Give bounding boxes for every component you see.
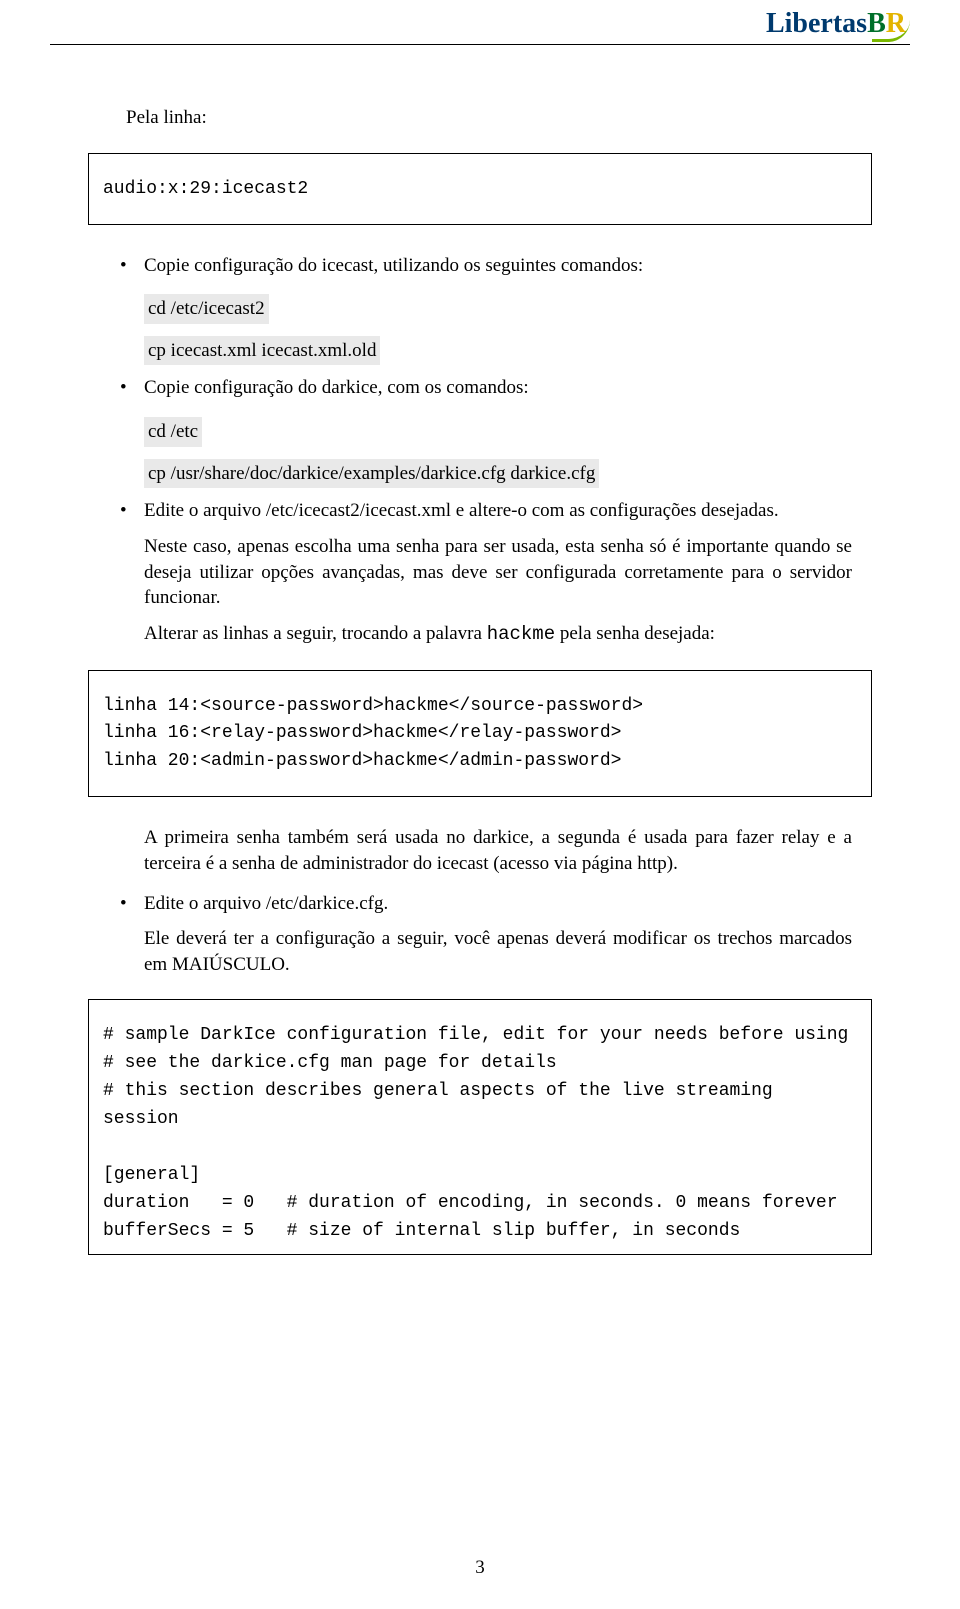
header-rule bbox=[50, 44, 910, 45]
item-text: Copie configuração do icecast, utilizand… bbox=[144, 255, 643, 276]
code-box-1: audio:x:29:icecast2 bbox=[88, 153, 872, 225]
intro-line: Pela linha: bbox=[108, 105, 852, 131]
continuation-block: A primeira senha também será usada no da… bbox=[144, 825, 852, 876]
item-paragraph: Alterar as linhas a seguir, trocando a p… bbox=[144, 621, 852, 648]
code-box-2: linha 14:<source-password>hackme</source… bbox=[88, 670, 872, 798]
item-commands: cd /etc/icecast2 cp icecast.xml icecast.… bbox=[144, 286, 852, 369]
item-commands: cd /etc cp /usr/share/doc/darkice/exampl… bbox=[144, 409, 852, 492]
text-fragment: pela senha desejada: bbox=[555, 623, 715, 644]
command-snippet: cp icecast.xml icecast.xml.old bbox=[144, 336, 380, 366]
brand-logo: LibertasBR bbox=[766, 8, 910, 40]
list-item: Edite o arquivo /etc/darkice.cfg. Ele de… bbox=[126, 891, 852, 978]
logo-text-1: Libertas bbox=[766, 8, 867, 40]
code-box-3: # sample DarkIce configuration file, edi… bbox=[88, 999, 872, 1254]
item-paragraph: Neste caso, apenas escolha uma senha par… bbox=[144, 534, 852, 611]
item-text: Copie configuração do darkice, com os co… bbox=[144, 377, 529, 398]
list-item: Edite o arquivo /etc/icecast2/icecast.xm… bbox=[126, 498, 852, 647]
command-snippet: cd /etc/icecast2 bbox=[144, 294, 269, 324]
item-paragraph: Ele deverá ter a configuração a seguir, … bbox=[144, 926, 852, 977]
list-item: Copie configuração do darkice, com os co… bbox=[126, 375, 852, 492]
text-fragment: Alterar as linhas a seguir, trocando a p… bbox=[144, 623, 487, 644]
item-text: Edite o arquivo /etc/icecast2/icecast.xm… bbox=[144, 500, 779, 521]
inline-code: hackme bbox=[487, 623, 555, 645]
page-number: 3 bbox=[0, 1557, 960, 1579]
command-snippet: cp /usr/share/doc/darkice/examples/darki… bbox=[144, 459, 599, 489]
bullet-list-2: Edite o arquivo /etc/darkice.cfg. Ele de… bbox=[126, 891, 852, 978]
list-item: Copie configuração do icecast, utilizand… bbox=[126, 253, 852, 370]
item-paragraph: A primeira senha também será usada no da… bbox=[144, 825, 852, 876]
command-snippet: cd /etc bbox=[144, 417, 202, 447]
page-content: Pela linha: audio:x:29:icecast2 Copie co… bbox=[108, 105, 852, 1283]
item-text: Edite o arquivo /etc/darkice.cfg. bbox=[144, 893, 388, 914]
bullet-list-1: Copie configuração do icecast, utilizand… bbox=[126, 253, 852, 648]
